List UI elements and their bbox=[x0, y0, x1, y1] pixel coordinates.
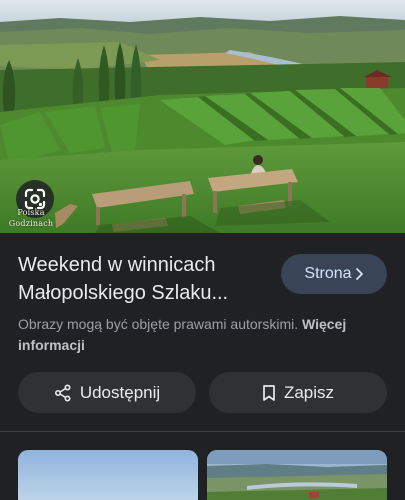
image-watermark: Polska Godzinach bbox=[2, 207, 60, 229]
related-image-thumbnail[interactable] bbox=[18, 450, 198, 500]
share-label: Udostępnij bbox=[79, 382, 161, 402]
chevron-right-icon bbox=[355, 268, 363, 280]
section-divider bbox=[0, 431, 405, 432]
share-icon bbox=[54, 383, 71, 402]
save-label: Zapisz bbox=[283, 382, 335, 402]
watermark-line-2: Godzinach bbox=[8, 219, 54, 228]
main-image[interactable] bbox=[0, 0, 405, 233]
copyright-text: Obrazy mogą być objęte prawami autorskim… bbox=[18, 316, 299, 332]
bookmark-icon bbox=[263, 384, 275, 401]
watermark-line-1: Polska bbox=[17, 208, 45, 217]
result-title[interactable]: Weekend w winnicach Małopolskiego Szlaku… bbox=[18, 251, 268, 307]
related-photo-sky bbox=[18, 450, 198, 500]
vineyard-photo bbox=[0, 0, 405, 233]
save-button[interactable]: Zapisz bbox=[209, 372, 387, 413]
visit-button[interactable]: Strona bbox=[281, 254, 387, 294]
visit-button-label: Strona bbox=[304, 265, 352, 282]
share-button[interactable]: Udostępnij bbox=[18, 372, 196, 413]
related-photo-landscape bbox=[207, 450, 387, 500]
related-image-thumbnail[interactable] bbox=[207, 450, 387, 500]
copyright-note: Obrazy mogą być objęte prawami autorskim… bbox=[18, 314, 388, 356]
